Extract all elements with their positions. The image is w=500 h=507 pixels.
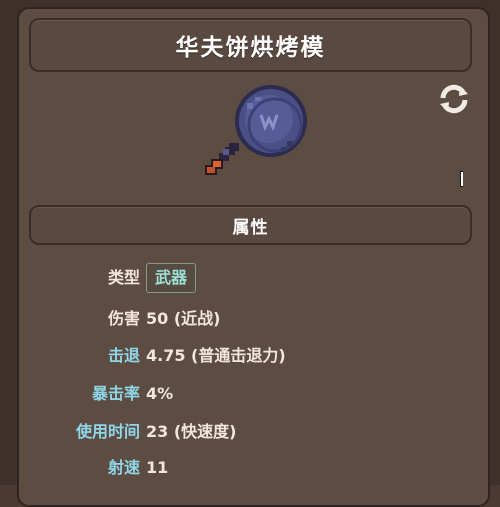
refresh-icon[interactable] xyxy=(437,83,471,115)
attributes-title: 属性 xyxy=(232,217,269,238)
stat-value: 11 xyxy=(146,458,169,477)
stat-row: 类型 武器 xyxy=(0,262,500,294)
stat-label: 击退 xyxy=(107,346,140,365)
stat-row: 伤害 50 (近战) xyxy=(0,303,500,335)
stat-row: 使用时间 23 (快速度) xyxy=(0,416,500,448)
stat-label: 使用时间 xyxy=(75,422,140,441)
stat-value: 4.75 (普通击退力) xyxy=(146,346,286,365)
type-badge[interactable]: 武器 xyxy=(146,263,197,293)
stat-label: 暴击率 xyxy=(91,384,140,403)
stat-label: 伤害 xyxy=(107,309,140,328)
stat-row: 暴击率 4% xyxy=(0,378,500,410)
stat-label: 射速 xyxy=(107,458,140,477)
item-title-bar: 华夫饼烘烤模 xyxy=(29,18,472,72)
stat-value: 4% xyxy=(146,384,174,403)
stat-row: 射速 11 xyxy=(0,452,500,484)
scroll-tick xyxy=(460,171,463,187)
waffle-iron-handle xyxy=(205,143,239,175)
waffle-iron-sprite xyxy=(205,85,307,175)
stat-label: 类型 xyxy=(107,268,140,287)
stat-value: 23 (快速度) xyxy=(146,422,237,441)
item-title: 华夫饼烘烤模 xyxy=(175,35,326,61)
stat-value: 50 (近战) xyxy=(146,309,221,328)
stat-row: 击退 4.75 (普通击退力) xyxy=(0,340,500,372)
attributes-header: 属性 xyxy=(29,205,472,245)
